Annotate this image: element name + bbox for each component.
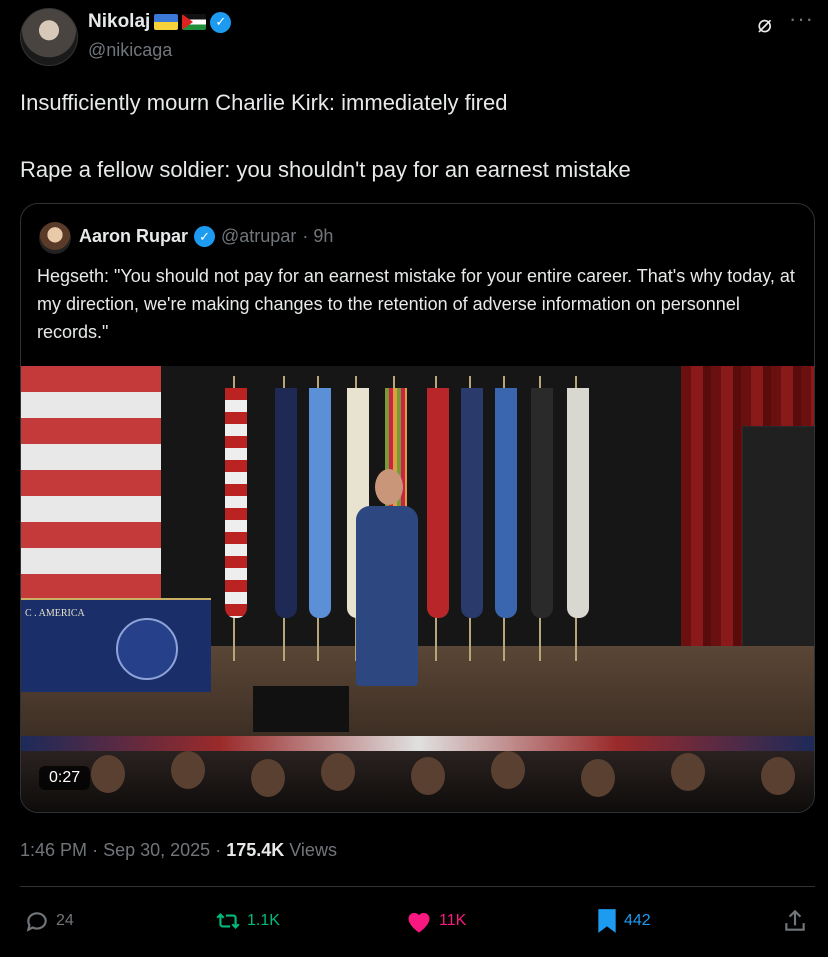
like-count: 11K: [439, 912, 467, 929]
reply-icon: [24, 908, 50, 934]
views-label: Views: [289, 840, 337, 860]
bookmark-icon: [596, 908, 618, 934]
presidential-seal: [116, 618, 178, 680]
quote-author-avatar[interactable]: [39, 222, 71, 254]
flag-banner: [427, 388, 449, 618]
us-flag-banner: [225, 388, 247, 618]
flag-banner: [309, 388, 331, 618]
share-button[interactable]: [782, 908, 808, 934]
author-name-row[interactable]: Nikolaj ✓: [88, 11, 232, 33]
reply-button[interactable]: 24: [24, 908, 74, 934]
repost-icon: [215, 908, 241, 934]
flag-banner: [495, 388, 517, 618]
grok-icon[interactable]: ⌀: [758, 10, 772, 39]
ukraine-flag-icon: [154, 14, 179, 30]
views-count: 175.4K: [226, 840, 285, 860]
podium: C . AMERICA: [21, 598, 211, 692]
tweet-date[interactable]: Sep 30, 2025: [103, 840, 210, 860]
author-display-name[interactable]: Nikolaj: [88, 11, 150, 33]
bookmark-button[interactable]: 442: [596, 908, 651, 934]
like-button[interactable]: 11K: [405, 908, 466, 934]
video-player[interactable]: C . AMERICA 0:27: [21, 366, 814, 812]
quote-text: Hegseth: "You should not pay for an earn…: [37, 266, 795, 342]
video-duration-badge: 0:27: [39, 766, 91, 790]
stage-monitor: [253, 686, 349, 732]
flag-banner: [461, 388, 483, 618]
repost-button[interactable]: 1.1K: [215, 908, 280, 934]
speaker-head: [375, 469, 403, 505]
flag-banner: [567, 388, 589, 618]
like-icon: [405, 908, 433, 934]
quote-tweet-card[interactable]: Aaron Rupar ✓ @atrupar · 9h Hegseth: "Yo…: [20, 203, 815, 813]
author-handle[interactable]: @nikicaga: [88, 40, 172, 61]
quote-time: · 9h: [302, 226, 334, 246]
podium-text: C . AMERICA: [25, 608, 85, 619]
speaker-figure: [356, 506, 418, 686]
verified-icon: ✓: [210, 11, 232, 33]
reply-count: 24: [56, 912, 74, 929]
quote-header: Aaron Rupar ✓ @atrupar · 9h: [79, 226, 333, 247]
tweet-text-line-2: Rape a fellow soldier: you shouldn't pay…: [20, 157, 631, 182]
tweet-time[interactable]: 1:46 PM: [20, 840, 87, 860]
repost-count: 1.1K: [247, 912, 280, 929]
audience: [21, 751, 814, 812]
share-icon: [782, 908, 808, 934]
flag-wall-graphic: [21, 366, 161, 601]
tweet-meta: 1:46 PM · Sep 30, 2025 · 175.4K Views: [20, 840, 337, 860]
flag-banner: [275, 388, 297, 618]
more-icon[interactable]: ···: [789, 6, 814, 32]
flag-banner: [531, 388, 553, 618]
divider: [20, 886, 815, 887]
speaker-cabinet: [742, 426, 814, 668]
tweet-text-line-1: Insufficiently mourn Charlie Kirk: immed…: [20, 90, 508, 115]
author-avatar[interactable]: [20, 8, 78, 66]
quote-author-name[interactable]: Aaron Rupar: [79, 226, 188, 247]
quote-author-handle[interactable]: @atrupar: [221, 226, 296, 247]
quote-verified-icon: ✓: [194, 226, 216, 247]
bookmark-count: 442: [624, 912, 651, 929]
palestine-flag-icon: [182, 14, 207, 30]
